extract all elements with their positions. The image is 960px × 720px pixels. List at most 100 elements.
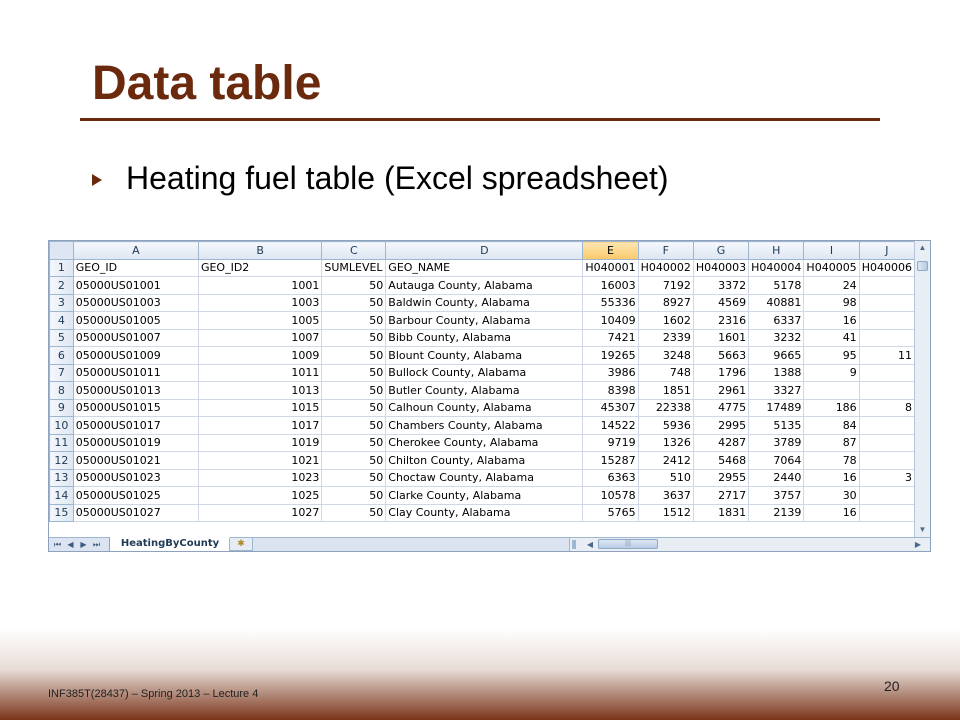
cell-g11[interactable]: 4287 [692,433,750,452]
cell-d14[interactable]: Clarke County, Alabama [385,486,584,505]
cell-h8[interactable]: 3327 [748,381,805,400]
column-header-d[interactable]: D [385,241,584,260]
cell-c6[interactable]: 50 [321,346,387,365]
cell-j15[interactable] [858,503,915,522]
row-header[interactable]: 8 [49,381,74,400]
cell-i7[interactable]: 9 [803,363,860,382]
cell-h15[interactable]: 2139 [748,503,805,522]
cell-g12[interactable]: 5468 [692,451,750,470]
cell-h13[interactable]: 2440 [748,468,805,487]
cell-f8[interactable]: 1851 [637,381,694,400]
column-header-h[interactable]: H [748,241,805,260]
cell-g3[interactable]: 4569 [692,293,750,312]
tab-split-handle[interactable] [572,540,576,549]
cell-a2[interactable]: 05000US01001 [72,276,199,295]
cell-i9[interactable]: 186 [803,398,860,417]
cell-d10[interactable]: Chambers County, Alabama [385,416,584,435]
cell-c12[interactable]: 50 [321,451,387,470]
cell-f6[interactable]: 3248 [637,346,694,365]
vertical-scroll-thumb[interactable] [917,261,928,271]
cell-h1[interactable]: H040004 [748,258,805,277]
column-header-a[interactable]: A [72,241,199,260]
cell-a7[interactable]: 05000US01011 [72,363,199,382]
cell-b13[interactable]: 1023 [197,468,323,487]
cell-b4[interactable]: 1005 [197,311,323,330]
cell-e15[interactable]: 5765 [582,503,639,522]
cell-g7[interactable]: 1796 [692,363,750,382]
cell-g4[interactable]: 2316 [692,311,750,330]
cell-f12[interactable]: 2412 [637,451,694,470]
cell-f5[interactable]: 2339 [637,328,694,347]
cell-i5[interactable]: 41 [803,328,860,347]
cell-j8[interactable] [858,381,915,400]
cell-g2[interactable]: 3372 [692,276,750,295]
cell-g14[interactable]: 2717 [692,486,750,505]
cell-d2[interactable]: Autauga County, Alabama [385,276,584,295]
cell-d1[interactable]: GEO_NAME [385,258,584,277]
cell-a15[interactable]: 05000US01027 [72,503,199,522]
cell-g10[interactable]: 2995 [692,416,750,435]
scroll-left-icon[interactable]: ◀ [584,538,596,551]
cell-c9[interactable]: 50 [321,398,387,417]
cell-f9[interactable]: 22338 [637,398,694,417]
cell-i15[interactable]: 16 [803,503,860,522]
row-header[interactable]: 10 [49,416,74,435]
cell-a6[interactable]: 05000US01009 [72,346,199,365]
row-header[interactable]: 14 [49,486,74,505]
cell-h3[interactable]: 40881 [748,293,805,312]
cell-d7[interactable]: Bullock County, Alabama [385,363,584,382]
scroll-up-icon[interactable]: ▲ [915,241,930,255]
cell-b10[interactable]: 1017 [197,416,323,435]
last-sheet-icon[interactable]: ⏭ [90,538,103,551]
cell-j2[interactable] [858,276,915,295]
cell-g5[interactable]: 1601 [692,328,750,347]
row-header[interactable]: 11 [49,433,74,452]
cell-i6[interactable]: 95 [803,346,860,365]
cell-d15[interactable]: Clay County, Alabama [385,503,584,522]
scroll-right-icon[interactable]: ▶ [912,538,924,551]
cell-c13[interactable]: 50 [321,468,387,487]
cell-a4[interactable]: 05000US01005 [72,311,199,330]
cell-e14[interactable]: 10578 [582,486,639,505]
cell-d11[interactable]: Cherokee County, Alabama [385,433,584,452]
cell-h5[interactable]: 3232 [748,328,805,347]
cell-c1[interactable]: SUMLEVEL [321,258,387,277]
scroll-down-icon[interactable]: ▼ [915,523,930,537]
cell-i4[interactable]: 16 [803,311,860,330]
insert-worksheet-icon[interactable]: ✱ [229,538,253,551]
cell-e12[interactable]: 15287 [582,451,639,470]
cell-h14[interactable]: 3757 [748,486,805,505]
cell-h11[interactable]: 3789 [748,433,805,452]
cell-e5[interactable]: 7421 [582,328,639,347]
cell-d3[interactable]: Baldwin County, Alabama [385,293,584,312]
cell-j1[interactable]: H040006 [858,258,915,277]
cell-d5[interactable]: Bibb County, Alabama [385,328,584,347]
cell-f13[interactable]: 510 [637,468,694,487]
cell-g9[interactable]: 4775 [692,398,750,417]
cell-c7[interactable]: 50 [321,363,387,382]
cell-d9[interactable]: Calhoun County, Alabama [385,398,584,417]
cell-a11[interactable]: 05000US01019 [72,433,199,452]
sheet-tab-heatingbycounty[interactable]: HeatingByCounty [109,537,231,551]
row-header[interactable]: 5 [49,328,74,347]
cell-c5[interactable]: 50 [321,328,387,347]
cell-d12[interactable]: Chilton County, Alabama [385,451,584,470]
cell-b5[interactable]: 1007 [197,328,323,347]
vertical-scrollbar[interactable]: ▲ ▼ [914,241,930,537]
cell-c14[interactable]: 50 [321,486,387,505]
cell-f2[interactable]: 7192 [637,276,694,295]
cell-a1[interactable]: GEO_ID [72,258,199,277]
cell-e1[interactable]: H040001 [582,258,639,277]
row-header[interactable]: 1 [49,258,74,277]
cell-b6[interactable]: 1009 [197,346,323,365]
cell-j7[interactable] [858,363,915,382]
cell-g15[interactable]: 1831 [692,503,750,522]
cell-i12[interactable]: 78 [803,451,860,470]
cell-i11[interactable]: 87 [803,433,860,452]
cell-c4[interactable]: 50 [321,311,387,330]
cell-h4[interactable]: 6337 [748,311,805,330]
horizontal-scroll-thumb[interactable]: ||| [598,539,658,549]
cell-i8[interactable] [803,381,860,400]
cell-g8[interactable]: 2961 [692,381,750,400]
cell-e4[interactable]: 10409 [582,311,639,330]
